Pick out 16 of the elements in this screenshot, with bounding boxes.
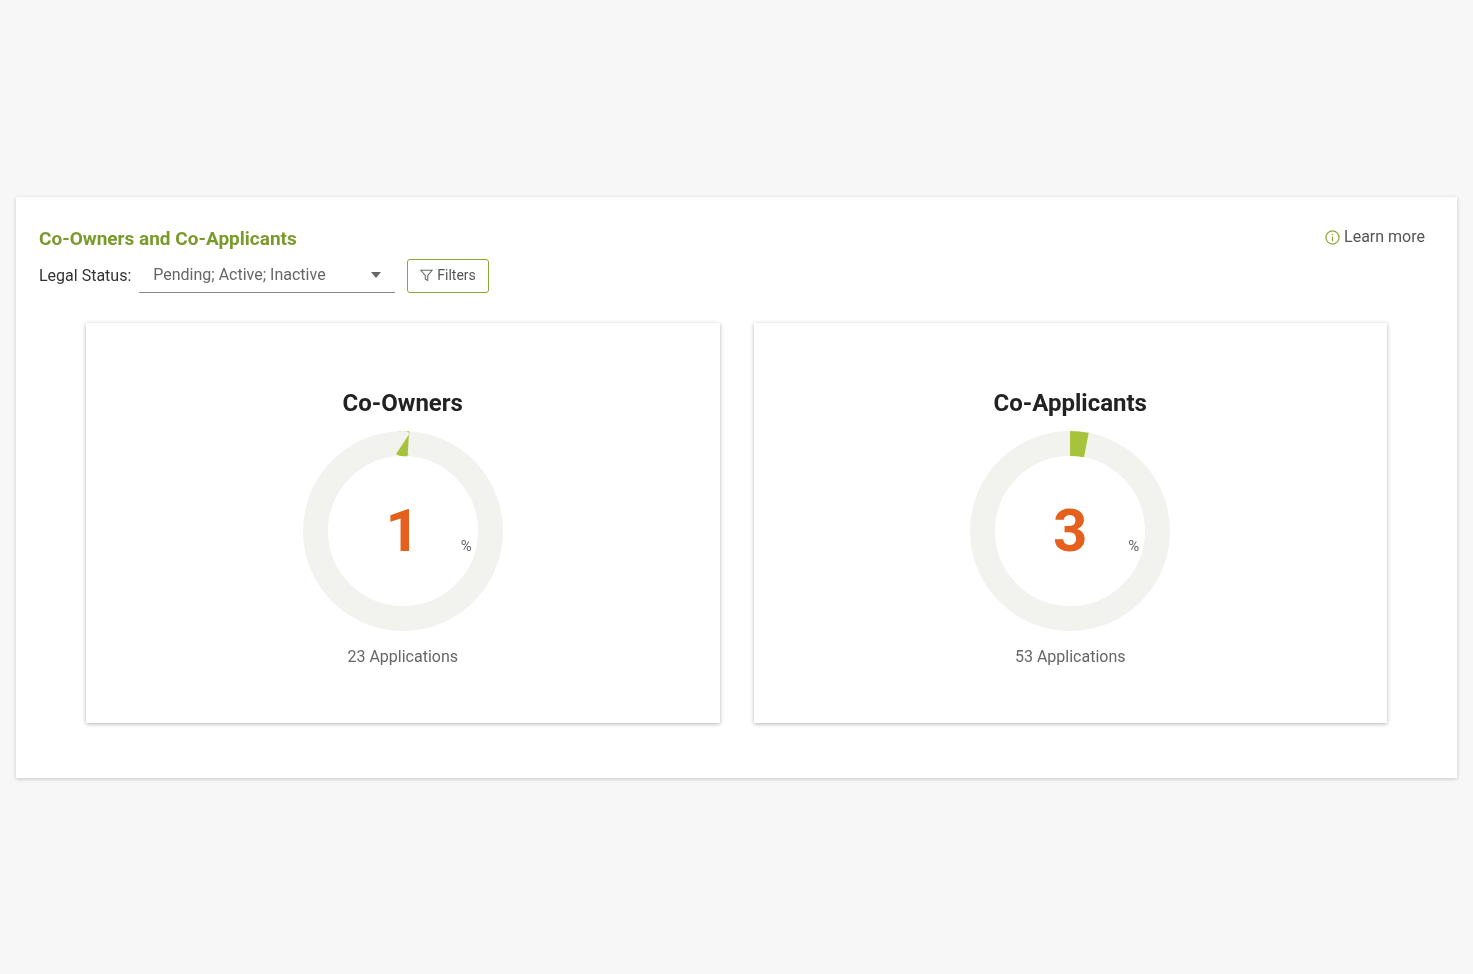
info-icon [1325, 229, 1341, 245]
percent-unit: % [460, 535, 472, 557]
applications-count: 23 Applications [347, 645, 459, 668]
panel-title: Co-Owners and Co-Applicants [39, 226, 297, 252]
percent-unit: % [1128, 535, 1140, 557]
funnel-icon [420, 269, 434, 282]
applications-count: 53 Applications [1014, 645, 1126, 668]
learn-more-link[interactable]: Learn more [1325, 225, 1425, 249]
filters-button[interactable]: Filters [407, 258, 489, 293]
card-title: Co-Owners [342, 387, 463, 419]
legal-status-label: Legal Status: [39, 264, 132, 287]
gauge-value: 1 [385, 500, 420, 561]
card-title: Co-Applicants [993, 387, 1147, 419]
gauge-value: 3 [1053, 500, 1088, 561]
legal-status-dropdown[interactable]: Pending; Active; Inactive [139, 258, 396, 293]
caret-icon [371, 272, 382, 278]
